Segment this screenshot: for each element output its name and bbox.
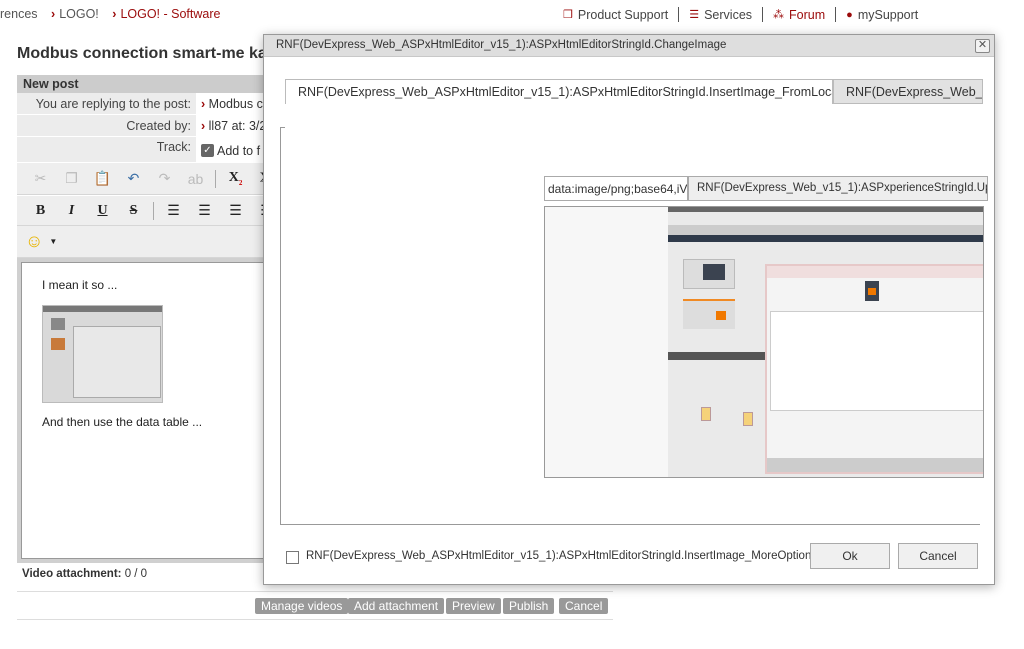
nav-label: Product Support [577, 7, 669, 22]
chevron-icon: › [112, 7, 117, 21]
add-attachment-button[interactable]: Add attachment [348, 598, 445, 614]
copy-icon[interactable]: ❐ [56, 170, 87, 187]
reply-post-link[interactable]: Modbus co [209, 97, 270, 111]
chevron-icon: › [51, 7, 56, 21]
nav-forum[interactable]: ⁂ Forum [762, 7, 835, 22]
user-icon: ● [846, 8, 853, 21]
preview-button[interactable]: Preview [446, 598, 501, 614]
change-image-dialog: RNF(DevExpress_Web_ASPxHtmlEditor_v15_1)… [263, 34, 995, 585]
bold-button[interactable]: B [25, 203, 56, 219]
services-icon: ☰ [689, 9, 700, 21]
nav-label: mySupport [857, 7, 919, 22]
manage-videos-button[interactable]: Manage videos [255, 598, 349, 614]
field-label: Created by: [126, 119, 191, 133]
dialog-title: RNF(DevExpress_Web_ASPxHtmlEditor_v15_1)… [264, 35, 994, 57]
more-options-label: RNF(DevExpress_Web_ASPxHtmlEditor_v15_1)… [306, 550, 818, 562]
editor-text: And then use the data table ... [42, 415, 203, 429]
cut-icon[interactable]: ✂ [25, 170, 56, 187]
undo-icon[interactable]: ↶ [118, 170, 149, 187]
page-title: Modbus connection smart-me ka [17, 45, 267, 62]
nav-product-support[interactable]: ❒ Product Support [563, 7, 678, 22]
paste-icon[interactable]: 📋 [87, 170, 118, 187]
redo-icon[interactable]: ↷ [149, 170, 180, 187]
nav-services[interactable]: ☰ Services [678, 7, 762, 22]
track-label: Add to f [217, 143, 261, 158]
underline-button[interactable]: U [87, 203, 118, 219]
box-icon: ❒ [563, 9, 573, 21]
upload-button[interactable]: RNF(DevExpress_Web_v15_1):ASPxperienceSt… [688, 176, 988, 201]
cancel-button[interactable]: Cancel [898, 543, 978, 569]
italic-button[interactable]: I [56, 203, 87, 219]
image-preview [544, 206, 984, 478]
publish-button[interactable]: Publish [503, 598, 555, 614]
tab-from-local[interactable]: RNF(DevExpress_Web_ASPxHtmlEditor_v15_1)… [285, 79, 833, 104]
nav-label: Forum [789, 7, 826, 22]
field-label: You are replying to the post: [35, 97, 191, 111]
close-icon[interactable]: ✕ [975, 39, 990, 53]
track-checkbox[interactable]: ✓ [201, 144, 214, 157]
nav-mysupport[interactable]: ● mySupport [835, 7, 928, 22]
check-spelling-icon[interactable]: ab [180, 171, 211, 187]
people-icon: ⁂ [773, 9, 785, 21]
cancel-post-button[interactable]: Cancel [559, 598, 609, 614]
top-nav: ❒ Product Support ☰ Services ⁂ Forum ● mySup… [563, 7, 928, 22]
align-left-icon[interactable]: ☰ [158, 202, 189, 219]
breadcrumb-item-current[interactable]: LOGO! - Software [120, 7, 220, 21]
ok-button[interactable]: Ok [810, 543, 890, 569]
emoticon-icon[interactable]: ☺ [25, 231, 43, 252]
strikethrough-button[interactable]: S [118, 203, 149, 219]
align-right-icon[interactable]: ☰ [220, 202, 251, 219]
field-label: Track: [156, 140, 191, 154]
more-options-checkbox[interactable] [286, 551, 299, 564]
subscript-button[interactable]: X2 [220, 170, 251, 187]
image-url-input[interactable]: data:image/png;base64,iV [544, 176, 688, 201]
breadcrumb-item[interactable]: LOGO! [59, 7, 99, 21]
video-attachment: Video attachment: 0 / 0 [22, 568, 148, 580]
breadcrumb: rences › LOGO! › LOGO! - Software [0, 7, 220, 21]
chevron-down-icon[interactable]: ▼ [49, 237, 57, 246]
align-center-icon[interactable]: ☰ [189, 202, 220, 219]
nav-label: Services [704, 7, 753, 22]
breadcrumb-item[interactable]: rences [0, 7, 38, 21]
inserted-image[interactable] [42, 305, 163, 403]
author-link[interactable]: ll87 at: 3/2 [209, 119, 267, 133]
tab-from-web[interactable]: RNF(DevExpress_Web_ [833, 79, 983, 104]
